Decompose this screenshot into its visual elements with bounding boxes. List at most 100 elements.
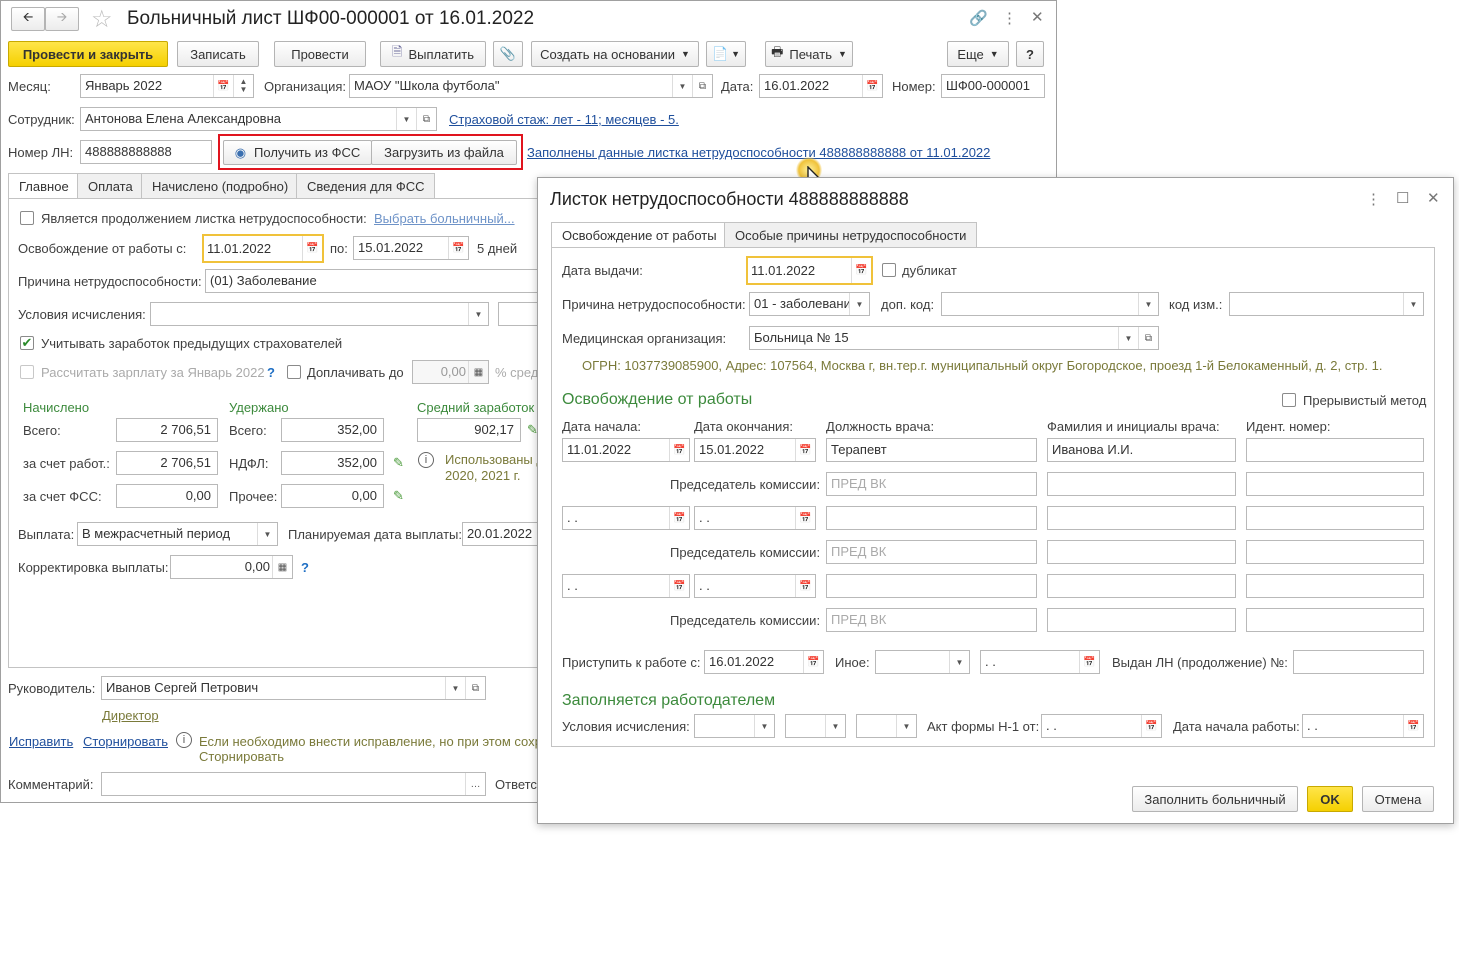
calendar-icon[interactable]: 📅 — [862, 75, 882, 97]
release-to-field[interactable]: 15.01.2022 📅 — [353, 236, 469, 260]
calc-salary-help[interactable]: ? — [267, 365, 275, 380]
maximize-icon[interactable]: ☐ — [1396, 189, 1409, 207]
chevron-down-icon[interactable]: ▼ — [849, 293, 869, 315]
calculator-icon[interactable]: ▦ — [468, 361, 488, 383]
chevron-down-icon[interactable]: ▼ — [445, 677, 465, 699]
open-icon[interactable]: ⧉ — [692, 75, 712, 97]
row2-id-field[interactable] — [1246, 506, 1424, 530]
filled-data-link[interactable]: Заполнены данные листка нетрудоспособнос… — [527, 145, 990, 160]
cause-field[interactable]: (01) Заболевание — [205, 269, 541, 293]
reverse-link[interactable]: Сторнировать — [83, 734, 168, 749]
issue-date-field[interactable]: 11.01.2022 📅 — [746, 256, 873, 285]
head-field[interactable]: Иванов Сергей Петрович ▼ ⧉ — [101, 676, 486, 700]
return-to-work-field[interactable]: 16.01.2022 📅 — [704, 650, 824, 674]
month-field[interactable]: Январь 2022 📅 ▲ ▼ — [80, 74, 254, 98]
tab-special-reasons[interactable]: Особые причины нетрудоспособности — [724, 222, 978, 248]
chevron-down-icon[interactable]: ▼ — [1138, 293, 1158, 315]
tab-main[interactable]: Главное — [8, 173, 80, 199]
chevron-down-icon[interactable]: ▼ — [1403, 293, 1423, 315]
tab-release-from-work[interactable]: Освобождение от работы — [551, 222, 728, 248]
correction-help[interactable]: ? — [301, 560, 309, 575]
continuation-checkbox[interactable] — [20, 211, 34, 225]
comment-field[interactable]: … — [101, 772, 486, 796]
ellipsis-icon[interactable]: … — [465, 773, 485, 795]
row2-end-field[interactable]: . . 📅 — [694, 506, 816, 530]
chevron-down-icon[interactable]: ▼ — [825, 715, 845, 737]
calendar-icon[interactable]: 📅 — [448, 237, 468, 259]
row1-end-field[interactable]: 15.01.2022 📅 — [694, 438, 816, 462]
change-code-field[interactable]: ▼ — [1229, 292, 1424, 316]
choose-sick-leave-link[interactable]: Выбрать больничный... — [374, 211, 515, 226]
row3-end-field[interactable]: . . 📅 — [694, 574, 816, 598]
calendar-icon[interactable]: 📅 — [302, 236, 322, 261]
report-button[interactable]: 📄 ▼ — [706, 41, 746, 67]
dialog-conditions-field-3[interactable]: ▼ — [856, 714, 917, 738]
date-field[interactable]: 16.01.2022 📅 — [759, 74, 883, 98]
post-button[interactable]: Провести — [274, 41, 366, 67]
surcharge-field[interactable]: 0,00 ▦ — [412, 360, 489, 384]
chair-id-field-2[interactable] — [1246, 540, 1424, 564]
med-org-field[interactable]: Больница № 15 ▼ ⧉ — [749, 326, 1159, 350]
row2-position-field[interactable] — [826, 506, 1037, 530]
job-start-field[interactable]: . . 📅 — [1302, 714, 1424, 738]
other-date-field[interactable]: . . 📅 — [980, 650, 1100, 674]
open-icon[interactable]: ⧉ — [465, 677, 485, 699]
open-icon[interactable]: ⧉ — [1138, 327, 1158, 349]
calendar-icon[interactable]: 📅 — [795, 439, 815, 461]
calendar-icon[interactable]: 📅 — [1403, 715, 1423, 737]
get-from-fss-button[interactable]: ◉ Получить из ФСС — [223, 140, 372, 165]
open-icon[interactable]: ⧉ — [416, 108, 436, 130]
chevron-down-icon[interactable]: ▼ — [949, 651, 969, 673]
close-icon[interactable]: ✕ — [1031, 8, 1044, 26]
cancel-button[interactable]: Отмена — [1362, 786, 1434, 812]
issued-ln-field[interactable] — [1293, 650, 1424, 674]
tab-accrued-detail[interactable]: Начислено (подробно) — [141, 173, 300, 199]
back-button[interactable]: 🡨 — [11, 7, 45, 31]
row2-start-field[interactable]: . . 📅 — [562, 506, 690, 530]
other-reason-field[interactable]: ▼ — [875, 650, 970, 674]
chair-id-field-3[interactable] — [1246, 608, 1424, 632]
row1-position-field[interactable]: Терапевт — [826, 438, 1037, 462]
fill-sick-leave-button[interactable]: Заполнить больничный — [1132, 786, 1298, 812]
more-button[interactable]: Еще ▼ — [947, 41, 1009, 67]
calendar-icon[interactable]: 📅 — [669, 439, 689, 461]
load-from-file-button[interactable]: Загрузить из файла — [371, 140, 517, 165]
org-field[interactable]: МАОУ "Школа футбола" ▼ ⧉ — [349, 74, 713, 98]
chair-name-field-3[interactable] — [1047, 608, 1236, 632]
conditions-field-2[interactable] — [498, 302, 541, 326]
calendar-icon[interactable]: 📅 — [1141, 715, 1161, 737]
more-vertical-icon[interactable]: ⋮ — [1002, 9, 1017, 27]
more-vertical-icon[interactable]: ⋮ — [1366, 190, 1381, 208]
help-button[interactable]: ? — [1016, 41, 1044, 67]
chair-field-3[interactable]: ПРЕД ВК — [826, 608, 1037, 632]
chevron-down-icon[interactable]: ▼ — [396, 108, 416, 130]
extra-code-field[interactable]: ▼ — [941, 292, 1159, 316]
chevron-down-icon[interactable]: ▼ — [754, 715, 774, 737]
calendar-icon[interactable]: 📅 — [669, 575, 689, 597]
payout-field[interactable]: В межрасчетный период ▼ — [77, 522, 278, 546]
employee-field[interactable]: Антонова Елена Александровна ▼ ⧉ — [80, 107, 437, 131]
chair-id-field-1[interactable] — [1246, 472, 1424, 496]
row3-doctor-name-field[interactable] — [1047, 574, 1236, 598]
chevron-down-icon[interactable]: ▼ — [1118, 327, 1138, 349]
ln-number-field[interactable]: 488888888888 — [80, 140, 212, 164]
print-button[interactable]: 🖶 Печать ▼ — [765, 41, 853, 67]
row3-start-field[interactable]: . . 📅 — [562, 574, 690, 598]
favorite-star-icon[interactable]: ☆ — [91, 5, 113, 34]
chevron-down-icon[interactable]: ▼ — [257, 523, 277, 545]
row2-doctor-name-field[interactable] — [1047, 506, 1236, 530]
calendar-icon[interactable]: 📅 — [795, 575, 815, 597]
calendar-icon[interactable]: 📅 — [851, 258, 871, 283]
tab-fss-info[interactable]: Сведения для ФСС — [296, 173, 436, 199]
fix-link[interactable]: Исправить — [9, 734, 73, 749]
row1-id-field[interactable] — [1246, 438, 1424, 462]
create-based-button[interactable]: Создать на основании ▼ — [531, 41, 699, 67]
close-icon[interactable]: ✕ — [1427, 189, 1440, 207]
chevron-down-icon[interactable]: ▼ — [468, 303, 488, 325]
calendar-icon[interactable]: 📅 — [1079, 651, 1099, 673]
calculator-icon[interactable]: ▦ — [272, 556, 292, 578]
dialog-conditions-field-2[interactable]: ▼ — [785, 714, 846, 738]
dialog-cause-field[interactable]: 01 - заболевани ▼ — [749, 292, 870, 316]
surcharge-checkbox[interactable] — [287, 365, 301, 379]
calendar-icon[interactable]: 📅 — [795, 507, 815, 529]
